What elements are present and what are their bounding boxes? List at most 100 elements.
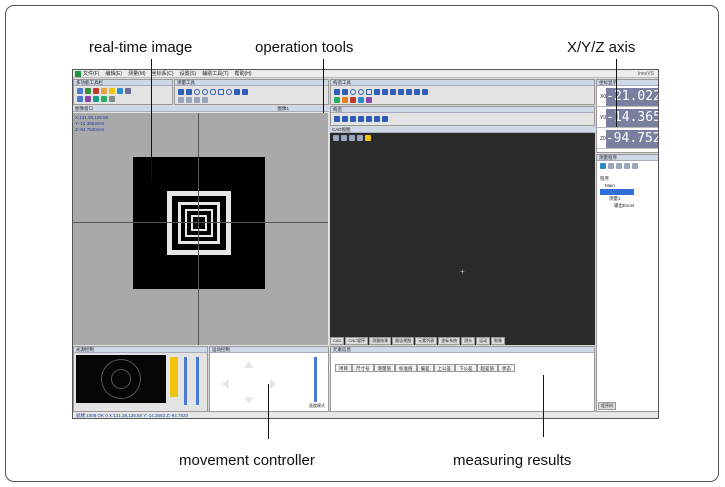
edge-icon[interactable] bbox=[186, 97, 192, 103]
col-nominal[interactable]: 标准值 bbox=[395, 364, 417, 372]
col-deviation[interactable]: 偏差 bbox=[416, 364, 434, 372]
construct-arc-icon[interactable] bbox=[358, 89, 364, 95]
bottom-tab-coordinates[interactable]: 坐标系统 bbox=[438, 337, 461, 345]
bottom-tab-motion[interactable]: 运动 bbox=[476, 337, 491, 345]
camera-icon[interactable] bbox=[93, 88, 99, 94]
construct-tangent-icon[interactable] bbox=[390, 89, 396, 95]
point-icon[interactable] bbox=[178, 89, 184, 95]
bottom-tab-probe[interactable]: 测头 bbox=[461, 337, 476, 345]
move-down-button[interactable] bbox=[244, 397, 254, 404]
light-slider-1[interactable] bbox=[184, 357, 187, 405]
realtime-camera-image[interactable]: X:131.38,128.58 Y:-14.3653mm Z:-94.7520m… bbox=[73, 113, 328, 345]
move-left-button[interactable] bbox=[222, 379, 229, 389]
save-icon[interactable] bbox=[85, 88, 91, 94]
col-status[interactable]: 状态 bbox=[498, 364, 515, 372]
construct-circle-icon[interactable] bbox=[350, 89, 356, 95]
bottom-tab-results[interactable]: 测量结果 bbox=[369, 337, 392, 345]
cad-select-icon[interactable] bbox=[365, 135, 371, 141]
move-tool-icon[interactable] bbox=[358, 97, 364, 103]
col-out-of-tol[interactable]: 超差值 bbox=[476, 364, 498, 372]
pause-icon[interactable] bbox=[608, 163, 614, 169]
measure-icon[interactable] bbox=[85, 96, 91, 102]
align-icon[interactable] bbox=[350, 116, 356, 122]
construct-symmetry-icon[interactable] bbox=[382, 89, 388, 95]
blob-icon[interactable] bbox=[178, 97, 184, 103]
tree-item-export[interactable]: 输出Excel bbox=[600, 202, 634, 209]
menu-settings[interactable]: 设置(S) bbox=[180, 70, 197, 77]
focus-icon[interactable] bbox=[101, 88, 107, 94]
construct-angle-icon[interactable] bbox=[374, 89, 380, 95]
light-slider-2[interactable] bbox=[196, 357, 199, 405]
arc-icon[interactable] bbox=[202, 89, 208, 95]
construct-midpoint-icon[interactable] bbox=[406, 89, 412, 95]
col-upper-tol[interactable]: 上公差 bbox=[433, 364, 455, 372]
bottom-tab-image[interactable]: 影像 bbox=[491, 337, 506, 345]
datum-icon[interactable] bbox=[334, 116, 340, 122]
settings-icon[interactable] bbox=[109, 96, 115, 102]
plus-tool-icon[interactable] bbox=[350, 97, 356, 103]
rectangle-icon[interactable] bbox=[218, 89, 224, 95]
col-size-no[interactable]: 尺寸号 bbox=[352, 364, 374, 372]
delete-icon[interactable] bbox=[632, 163, 638, 169]
step-icon[interactable] bbox=[616, 163, 622, 169]
text-icon[interactable] bbox=[202, 97, 208, 103]
tree-item-root[interactable]: 程序 bbox=[600, 175, 634, 182]
move-right-button[interactable] bbox=[270, 379, 277, 389]
menu-edit[interactable]: 编辑(E) bbox=[105, 70, 122, 77]
stop-icon[interactable] bbox=[624, 163, 630, 169]
origin-icon[interactable] bbox=[342, 116, 348, 122]
col-item[interactable]: 项目 bbox=[335, 364, 352, 372]
z-axis-slider[interactable] bbox=[314, 357, 317, 402]
menu-tools[interactable]: 辅助工具(T) bbox=[202, 70, 228, 77]
construct-perp-icon[interactable] bbox=[414, 89, 420, 95]
rotate-icon[interactable] bbox=[358, 116, 364, 122]
menu-measure[interactable]: 测量(M) bbox=[128, 70, 146, 77]
tree-item-main[interactable]: Main bbox=[600, 182, 634, 189]
col-measured[interactable]: 测量值 bbox=[373, 364, 395, 372]
offset-icon[interactable] bbox=[366, 116, 372, 122]
angle-icon[interactable] bbox=[242, 89, 248, 95]
cad-pan-icon[interactable] bbox=[357, 135, 363, 141]
bottom-tab-report[interactable]: 报告视图 bbox=[392, 337, 415, 345]
run-icon[interactable] bbox=[600, 163, 606, 169]
copy-tool-icon[interactable] bbox=[366, 97, 372, 103]
cad-zoom-out-icon[interactable] bbox=[349, 135, 355, 141]
grid-icon[interactable] bbox=[117, 88, 123, 94]
coordinate-icon[interactable] bbox=[382, 116, 388, 122]
cad-fit-icon[interactable] bbox=[333, 135, 339, 141]
menu-file[interactable]: 文件(F) bbox=[83, 70, 99, 77]
move-up-button[interactable] bbox=[244, 361, 254, 368]
image-tool-icon[interactable] bbox=[342, 97, 348, 103]
zoom-icon[interactable] bbox=[77, 96, 83, 102]
excel-icon[interactable] bbox=[101, 96, 107, 102]
slot-icon[interactable] bbox=[226, 89, 232, 95]
construct-line-icon[interactable] bbox=[342, 89, 348, 95]
construct-intersect-icon[interactable] bbox=[398, 89, 404, 95]
construct-point-icon[interactable] bbox=[334, 89, 340, 95]
open-icon[interactable] bbox=[77, 88, 83, 94]
ellipse-icon[interactable] bbox=[210, 89, 216, 95]
auto-icon[interactable] bbox=[194, 97, 200, 103]
leader-operation-tools bbox=[323, 59, 324, 113]
construct-rect-icon[interactable] bbox=[366, 89, 372, 95]
circle-icon[interactable] bbox=[194, 89, 200, 95]
camera-tab[interactable]: 图像窗口 bbox=[73, 106, 329, 112]
grid-tool-icon[interactable] bbox=[334, 97, 340, 103]
light-icon[interactable] bbox=[109, 88, 115, 94]
line-icon[interactable] bbox=[186, 89, 192, 95]
mirror-icon[interactable] bbox=[374, 116, 380, 122]
cad-zoom-in-icon[interactable] bbox=[341, 135, 347, 141]
report-icon[interactable] bbox=[93, 96, 99, 102]
bottom-tab-elements[interactable]: 元素列表 bbox=[415, 337, 438, 345]
program-tree-tab[interactable]: 程序树 bbox=[598, 402, 616, 410]
menu-help[interactable]: 帮助(H) bbox=[235, 70, 252, 77]
crosshair-horizontal bbox=[73, 222, 328, 223]
col-lower-tol[interactable]: 下公差 bbox=[455, 364, 477, 372]
bottom-tab-cad[interactable]: CAD bbox=[330, 337, 345, 345]
distance-icon[interactable] bbox=[234, 89, 240, 95]
home-icon[interactable] bbox=[125, 88, 131, 94]
bottom-tab-cnc[interactable]: CNC程序 bbox=[345, 337, 369, 345]
construct-parallel-icon[interactable] bbox=[422, 89, 428, 95]
tree-item-measure[interactable]: 测量1 bbox=[600, 195, 634, 202]
menu-coordinate[interactable]: 坐标系(C) bbox=[152, 70, 174, 77]
